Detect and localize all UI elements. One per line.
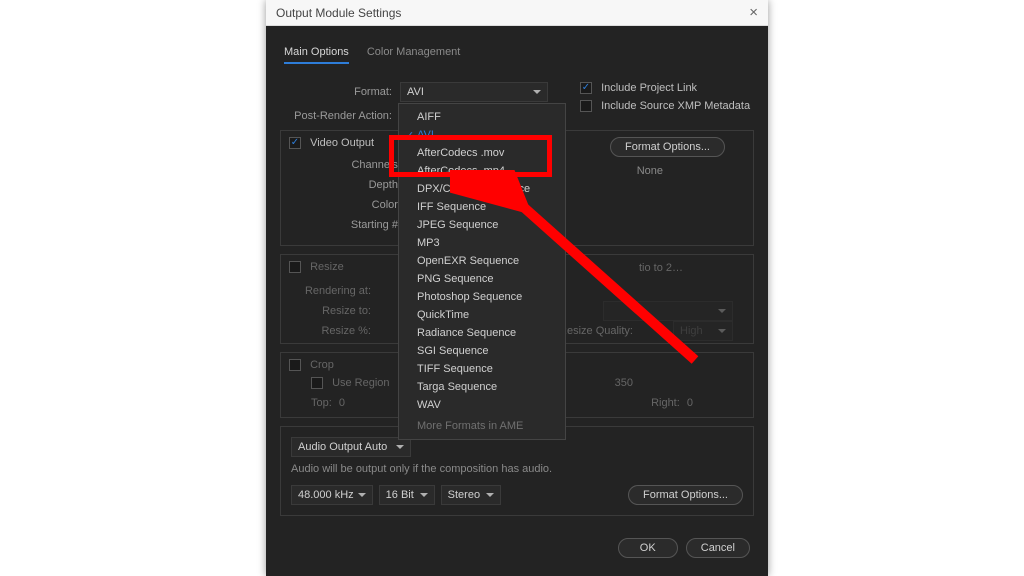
checkbox-icon <box>289 261 301 273</box>
audio-bit-select[interactable]: 16 Bit <box>379 485 435 505</box>
crop-right-label: Right: <box>651 397 680 409</box>
titlebar: Output Module Settings × <box>266 0 768 26</box>
format-option-openexr[interactable]: OpenEXR Sequence <box>399 252 565 270</box>
resize-pct-label: Resize %: <box>291 325 379 337</box>
ok-button[interactable]: OK <box>618 538 678 558</box>
resize-quality-select[interactable]: High <box>673 321 733 341</box>
crop-top-label: Top: <box>311 397 332 409</box>
resize-quality-label: Resize Quality: <box>559 325 633 337</box>
resize-to-select[interactable] <box>603 301 733 321</box>
include-xmp[interactable]: Include Source XMP Metadata <box>580 100 750 112</box>
checkbox-icon <box>289 137 301 149</box>
tab-color-management[interactable]: Color Management <box>367 46 461 64</box>
tab-main-options[interactable]: Main Options <box>284 46 349 64</box>
color-label: Color: <box>291 199 409 211</box>
audio-channels-select[interactable]: Stereo <box>441 485 501 505</box>
format-more-in-ame[interactable]: More Formats in AME <box>399 414 565 435</box>
video-format-options-button[interactable]: Format Options... <box>610 137 725 157</box>
use-region-checkbox[interactable]: Use Region <box>311 377 390 389</box>
format-option-photoshop[interactable]: Photoshop Sequence <box>399 288 565 306</box>
resize-checkbox[interactable]: Resize <box>289 261 344 273</box>
format-option-mp3[interactable]: MP3 <box>399 234 565 252</box>
tabs: Main Options Color Management <box>284 46 750 64</box>
audio-note: Audio will be output only if the composi… <box>291 463 743 475</box>
channels-label: Channels: <box>291 159 409 171</box>
format-option-quicktime[interactable]: QuickTime <box>399 306 565 324</box>
include-project-link[interactable]: Include Project Link <box>580 82 750 94</box>
format-option-dpx[interactable]: DPX/Cineon Sequence <box>399 180 565 198</box>
starting-label: Starting #: <box>291 219 409 231</box>
format-option-radiance[interactable]: Radiance Sequence <box>399 324 565 342</box>
audio-format-options-button[interactable]: Format Options... <box>628 485 743 505</box>
format-option-wav[interactable]: WAV <box>399 396 565 414</box>
window-title: Output Module Settings <box>276 6 401 20</box>
format-option-png[interactable]: PNG Sequence <box>399 270 565 288</box>
checkbox-icon <box>580 82 592 94</box>
crop-size-hint: 350 <box>615 377 633 389</box>
video-output-checkbox[interactable]: Video Output <box>289 137 374 149</box>
crop-checkbox[interactable]: Crop <box>289 359 334 371</box>
checkbox-icon <box>289 359 301 371</box>
resize-to-label: Resize to: <box>291 305 379 317</box>
format-label: Format: <box>280 86 400 98</box>
format-option-targa[interactable]: Targa Sequence <box>399 378 565 396</box>
crop-top-value: 0 <box>339 397 345 409</box>
output-module-settings-dialog: Output Module Settings × Main Options Co… <box>266 0 768 576</box>
aspect-ratio-hint: tio to 2… <box>639 262 683 274</box>
dialog-button-bar: OK Cancel <box>266 534 768 558</box>
audio-output-mode-select[interactable]: Audio Output Auto <box>291 437 411 457</box>
cancel-button[interactable]: Cancel <box>686 538 750 558</box>
audio-rate-select[interactable]: 48.000 kHz <box>291 485 373 505</box>
format-option-aiff[interactable]: AIFF <box>399 108 565 126</box>
checkbox-icon <box>311 377 323 389</box>
depth-label: Depth: <box>291 179 409 191</box>
format-option-iff[interactable]: IFF Sequence <box>399 198 565 216</box>
close-icon[interactable]: × <box>749 4 758 21</box>
crop-right-value: 0 <box>687 397 693 409</box>
format-option-sgi[interactable]: SGI Sequence <box>399 342 565 360</box>
rendering-at-label: Rendering at: <box>291 285 379 297</box>
format-option-jpeg[interactable]: JPEG Sequence <box>399 216 565 234</box>
format-value: AVI <box>407 86 424 98</box>
format-option-avi[interactable]: AVI <box>399 126 565 144</box>
format-option-aftercodecs-mov[interactable]: AfterCodecs .mov <box>399 144 565 162</box>
checkbox-icon <box>580 100 592 112</box>
format-select[interactable]: AVI <box>400 82 548 102</box>
format-dropdown: AIFF AVI AfterCodecs .mov AfterCodecs .m… <box>398 103 566 440</box>
post-render-label: Post-Render Action: <box>280 110 400 122</box>
format-option-tiff[interactable]: TIFF Sequence <box>399 360 565 378</box>
format-option-aftercodecs-mp4[interactable]: AfterCodecs .mp4 <box>399 162 565 180</box>
video-format-none: None <box>637 165 663 177</box>
